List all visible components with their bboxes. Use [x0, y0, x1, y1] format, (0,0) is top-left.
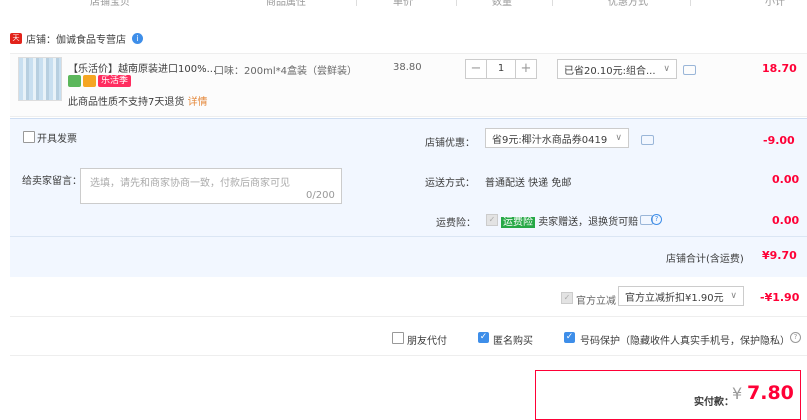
invoice-checkbox[interactable]	[23, 131, 35, 143]
quantity-increase-button[interactable]: +	[515, 59, 537, 79]
unit-price: 38.80	[393, 62, 422, 73]
promo-badge: 乐活季	[98, 75, 132, 87]
friend-pay-checkbox[interactable]	[392, 332, 404, 344]
return-policy-text: 此商品性质不支持7天退货	[68, 97, 185, 108]
quantity-decrease-button[interactable]: −	[465, 59, 487, 79]
shop-total-value: ¥9.70	[762, 249, 797, 262]
shop-label: 店铺：	[26, 34, 56, 46]
shipping-method: 普通配送 快递 免邮	[485, 178, 572, 189]
divider	[10, 316, 807, 317]
platform-discount-value: 官方立减折扣¥1.90元	[625, 292, 724, 304]
insurance-info: 运费险 卖家赠送，退换货可赔	[501, 213, 638, 228]
col-divider	[456, 0, 457, 6]
product-thumbnail[interactable]	[18, 57, 62, 101]
col-divider	[552, 0, 553, 6]
insurance-text: 卖家赠送，退换货可赔	[538, 217, 639, 228]
invoice-label: 开具发票	[37, 134, 77, 145]
col-divider	[356, 0, 357, 6]
col-divider	[690, 0, 691, 6]
col-attributes: 商品属性	[266, 0, 306, 8]
comment-icon[interactable]	[683, 65, 696, 75]
platform-discount-checkbox: ✓	[561, 292, 573, 304]
tmall-shop-icon: 天猫	[10, 32, 22, 53]
help-icon[interactable]: ?	[790, 332, 801, 343]
message-label: 给卖家留言：	[22, 176, 82, 187]
platform-discount-select[interactable]: 官方立减折扣¥1.90元 ∨	[618, 286, 744, 306]
anonymous-checkbox[interactable]: ✓	[478, 332, 489, 343]
item-discount-value: 已省20.10元:组合...	[564, 65, 656, 77]
message-char-count: 0/200	[306, 190, 335, 201]
product-badges: 乐活季	[68, 75, 132, 87]
card-badge-icon	[83, 75, 96, 87]
friend-pay-label: 朋友代付	[407, 336, 447, 347]
shop-name-link[interactable]: 伽诚食品专营店	[56, 31, 126, 46]
col-unit-price: 单价	[393, 0, 413, 8]
col-discount: 优惠方式	[608, 0, 648, 8]
shipping-label: 运送方式：	[425, 178, 475, 189]
insurance-amount: 0.00	[772, 214, 800, 227]
col-shop-item: 店铺宝贝	[90, 0, 130, 8]
help-icon[interactable]: ?	[651, 214, 662, 225]
shop-total-label: 店铺合计(含运费)	[666, 254, 744, 265]
return-policy-note: 此商品性质不支持7天退货 详情	[68, 93, 208, 108]
quantity-stepper: − 1 +	[465, 59, 537, 79]
number-protect-label: 号码保护（隐藏收件人真实手机号，保护隐私）	[580, 336, 790, 347]
shop-discount-value: 省9元:椰汁水商品券0419	[492, 134, 608, 146]
shop-row: 天猫 店铺： 伽诚食品专营店 i	[10, 30, 143, 53]
chevron-down-icon: ∨	[663, 64, 670, 74]
chevron-down-icon: ∨	[730, 291, 737, 301]
product-title-link[interactable]: 【乐活价】越南原装进口100%...	[68, 60, 216, 75]
platform-discount-amount: -¥1.90	[760, 291, 800, 304]
column-header-row: 店铺宝贝 商品属性 单价 数量 优惠方式 小计	[0, 0, 807, 8]
shipping-amount: 0.00	[772, 173, 800, 186]
shop-discount-label: 店铺优惠：	[425, 138, 475, 149]
insurance-checkbox: ✓	[486, 214, 498, 226]
item-subtotal: 18.70	[762, 62, 797, 75]
number-protect-checkbox[interactable]: ✓	[564, 332, 575, 343]
shop-discount-amount: -9.00	[763, 134, 795, 147]
insurance-label: 运费险：	[436, 218, 476, 229]
quantity-input[interactable]: 1	[487, 59, 515, 79]
anonymous-label: 匿名购买	[493, 336, 533, 347]
divider	[10, 355, 807, 356]
col-subtotal: 小计	[765, 0, 785, 8]
return-policy-link[interactable]: 详情	[188, 97, 208, 108]
service-badge-icon	[68, 75, 81, 87]
insurance-badge: 运费险	[501, 217, 535, 228]
chevron-down-icon: ∨	[615, 133, 622, 143]
product-spec: 口味：200ml*4盒装（尝鲜装）	[214, 66, 357, 77]
final-payment-value: 7.80	[747, 382, 794, 404]
platform-discount-label: 官方立减	[576, 296, 616, 307]
shop-discount-select[interactable]: 省9元:椰汁水商品券0419 ∨	[485, 128, 629, 148]
item-discount-select[interactable]: 已省20.10元:组合... ∨	[557, 59, 677, 79]
message-placeholder: 选填，请先和商家协商一致，付款后商家可见	[90, 178, 290, 189]
currency-symbol: ¥	[732, 384, 743, 403]
final-payment-label: 实付款：	[694, 397, 734, 408]
col-quantity: 数量	[492, 0, 512, 8]
comment-icon[interactable]	[641, 135, 654, 145]
shop-info-icon[interactable]: i	[132, 32, 143, 44]
